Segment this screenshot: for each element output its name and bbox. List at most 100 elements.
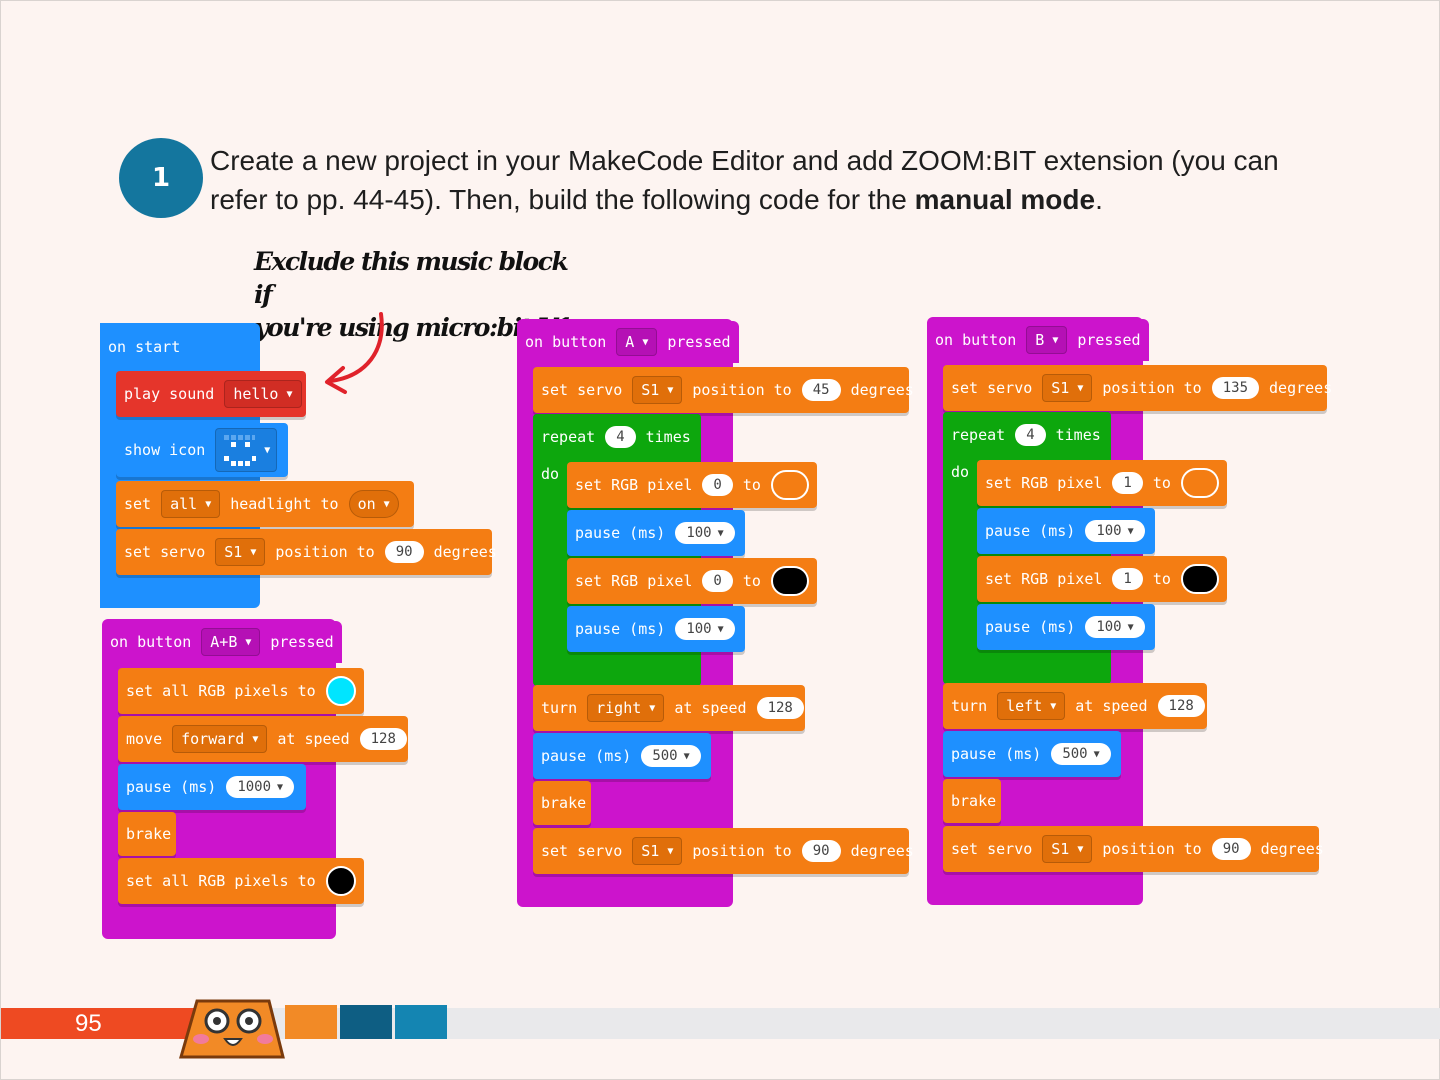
set-rgb-pixel-block[interactable]: set RGB pixel 0 to [567, 462, 817, 508]
pause-block-3[interactable]: pause (ms) 500 ▼ [533, 733, 711, 779]
position-input[interactable]: 45 [801, 379, 841, 401]
servo-dropdown[interactable]: S1 ▼ [632, 376, 683, 404]
brake-block[interactable]: brake [118, 812, 176, 856]
set-headlight-block[interactable]: set all ▼ headlight to on ▼ [116, 481, 414, 527]
pixel-index-input[interactable]: 0 [702, 474, 733, 496]
button-dropdown[interactable]: B ▼ [1026, 326, 1068, 354]
pause-label: pause (ms) [126, 778, 217, 796]
on-button-ab-hat[interactable]: on button A+B ▼ pressed [102, 621, 342, 663]
on-start-label: on start [108, 338, 181, 356]
color-swatch-orange[interactable] [1180, 468, 1219, 498]
color-swatch-black[interactable] [770, 566, 809, 596]
step-text-end: . [1095, 184, 1103, 215]
show-icon-block[interactable]: show icon ▼ [116, 423, 288, 477]
set-servo-label: set servo [124, 543, 206, 561]
repeat-header[interactable]: repeat 4 times [533, 414, 701, 460]
sound-dropdown[interactable]: hello ▼ [224, 380, 302, 408]
servo-dropdown[interactable]: S1 ▼ [215, 538, 266, 566]
move-label: move [126, 730, 163, 748]
button-dropdown[interactable]: A+B ▼ [201, 628, 261, 656]
pause-input[interactable]: 100 ▼ [675, 618, 735, 640]
do-label: do [541, 465, 560, 483]
caret-down-icon: ▼ [205, 498, 212, 510]
play-sound-label: play sound [124, 385, 215, 403]
servo-dropdown[interactable]: S1 ▼ [632, 837, 683, 865]
pixel-index-input[interactable]: 1 [1112, 472, 1143, 494]
on-start-hat[interactable]: on start [100, 327, 189, 367]
position-input[interactable]: 90 [801, 840, 841, 862]
pause-block-2[interactable]: pause (ms) 100 ▼ [567, 606, 745, 652]
speed-input[interactable]: 128 [359, 728, 407, 750]
set-rgb-pixel-block-2[interactable]: set RGB pixel 0 to [567, 558, 817, 604]
pause-block[interactable]: pause (ms) 1000 ▼ [118, 764, 306, 810]
set-servo-block[interactable]: set servo S1 ▼ position to 90 degrees [116, 529, 497, 575]
caret-down-icon: ▼ [1093, 748, 1100, 760]
turn-block[interactable]: turn left ▼ at speed 128 [943, 683, 1207, 729]
set-servo-block-2[interactable]: set servo S1 ▼ position to 90 degrees [533, 828, 914, 874]
direction-dropdown[interactable]: forward ▼ [172, 725, 268, 753]
repeat-count-input[interactable]: 4 [1015, 424, 1046, 446]
pause-block-2[interactable]: pause (ms) 100 ▼ [977, 604, 1155, 650]
page-number: 95 [75, 1010, 102, 1037]
speed-input[interactable]: 128 [1157, 695, 1205, 717]
color-swatch-orange[interactable] [770, 470, 809, 500]
play-sound-block[interactable]: play sound hello ▼ [116, 371, 306, 417]
brake-block[interactable]: brake [533, 781, 591, 825]
icon-dropdown[interactable]: ▼ [215, 428, 278, 472]
step-text-main: Create a new project in your MakeCode Ed… [210, 145, 1279, 215]
pause-input[interactable]: 100 ▼ [1085, 520, 1145, 542]
caret-down-icon: ▼ [286, 388, 293, 400]
pause-input[interactable]: 500 ▼ [1051, 743, 1111, 765]
smiley-led-icon [224, 435, 257, 466]
pause-block[interactable]: pause (ms) 100 ▼ [567, 510, 745, 556]
caret-down-icon: ▼ [1077, 843, 1084, 855]
headlight-target-dropdown[interactable]: all ▼ [161, 490, 221, 518]
turn-direction-dropdown[interactable]: left ▼ [997, 692, 1066, 720]
pause-input[interactable]: 500 ▼ [641, 745, 701, 767]
color-swatch-black[interactable] [325, 866, 356, 896]
pixel-index-input[interactable]: 0 [702, 570, 733, 592]
caret-down-icon: ▼ [277, 781, 284, 793]
on-button-b-hat[interactable]: on button B ▼ pressed [927, 319, 1149, 361]
position-input[interactable]: 135 [1211, 377, 1260, 399]
robot-mascot-icon [179, 999, 285, 1059]
step-text-bold: manual mode [914, 184, 1096, 215]
caret-down-icon: ▼ [245, 636, 252, 648]
move-block[interactable]: move forward ▼ at speed 128 [118, 716, 408, 762]
pixel-index-input[interactable]: 1 [1112, 568, 1143, 590]
headlight-state-dropdown[interactable]: on ▼ [348, 490, 399, 518]
set-all-rgb-block[interactable]: set all RGB pixels to [118, 668, 364, 714]
set-all-rgb-label: set all RGB pixels to [126, 682, 316, 700]
button-dropdown[interactable]: A ▼ [616, 328, 658, 356]
caret-down-icon: ▼ [1127, 525, 1134, 537]
position-input[interactable]: 90 [1211, 838, 1251, 860]
pause-input[interactable]: 100 ▼ [675, 522, 735, 544]
caret-down-icon: ▼ [667, 845, 674, 857]
speed-input[interactable]: 128 [756, 697, 804, 719]
set-rgb-pixel-block[interactable]: set RGB pixel 1 to [977, 460, 1227, 506]
do-label: do [951, 463, 970, 481]
set-all-rgb-block-2[interactable]: set all RGB pixels to [118, 858, 364, 904]
color-swatch-black[interactable] [1180, 564, 1219, 594]
pause-block-3[interactable]: pause (ms) 500 ▼ [943, 731, 1121, 777]
pause-input[interactable]: 1000 ▼ [226, 776, 295, 798]
pause-block[interactable]: pause (ms) 100 ▼ [977, 508, 1155, 554]
servo-dropdown[interactable]: S1 ▼ [1042, 374, 1093, 402]
repeat-count-input[interactable]: 4 [605, 426, 636, 448]
turn-block[interactable]: turn right ▼ at speed 128 [533, 685, 805, 731]
on-button-a-hat[interactable]: on button A ▼ pressed [517, 321, 739, 363]
turn-direction-dropdown[interactable]: right ▼ [587, 694, 665, 722]
servo-dropdown[interactable]: S1 ▼ [1042, 835, 1093, 863]
set-servo-block[interactable]: set servo S1 ▼ position to 135 degrees [943, 365, 1332, 411]
pause-input[interactable]: 100 ▼ [1085, 616, 1145, 638]
set-servo-block-2[interactable]: set servo S1 ▼ position to 90 degrees [943, 826, 1324, 872]
brake-block[interactable]: brake [943, 779, 1001, 823]
caret-down-icon: ▼ [1052, 334, 1059, 346]
set-servo-block[interactable]: set servo S1 ▼ position to 45 degrees [533, 367, 914, 413]
position-input[interactable]: 90 [384, 541, 424, 563]
set-label: set [124, 495, 152, 513]
set-rgb-pixel-block-2[interactable]: set RGB pixel 1 to [977, 556, 1227, 602]
repeat-header[interactable]: repeat 4 times [943, 412, 1111, 458]
color-swatch-cyan[interactable] [325, 676, 356, 706]
caret-down-icon: ▼ [642, 336, 649, 348]
